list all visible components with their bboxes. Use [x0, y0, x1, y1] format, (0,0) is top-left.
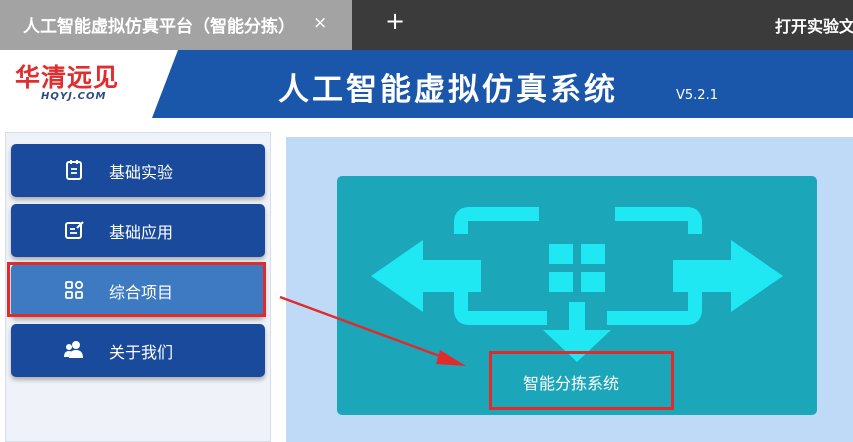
sidebar-item-label: 综合项目: [109, 283, 174, 302]
sidebar-item-basic-experiment[interactable]: 基础实验: [11, 144, 265, 197]
sidebar-item-label: 关于我们: [109, 343, 174, 362]
sidebar-item-about-us[interactable]: 关于我们: [11, 324, 265, 377]
active-tab[interactable]: 人工智能虚拟仿真平台（智能分拣） ×: [0, 0, 352, 50]
users-icon: [64, 341, 83, 358]
logo: 华清远见 HQYJ.COM: [0, 50, 178, 118]
edit-note-icon: [65, 221, 84, 239]
logo-domain: HQYJ.COM: [41, 91, 107, 102]
app-version: V5.2.1: [676, 88, 718, 103]
app-header: 华清远见 HQYJ.COM 人工智能虚拟仿真系统 V5.2.1: [0, 50, 853, 118]
new-tab-icon[interactable]: +: [385, 9, 405, 33]
card-label: 智能分拣系统: [523, 374, 620, 393]
apps-grid-icon: [65, 280, 84, 299]
sidebar-item-label: 基础应用: [109, 223, 174, 242]
sorting-arrows-icon: [371, 207, 783, 362]
tab-title: 人工智能虚拟仿真平台（智能分拣）: [23, 17, 295, 37]
logo-text: 华清远见: [15, 63, 120, 92]
close-icon[interactable]: ×: [313, 13, 327, 33]
open-experiment-button[interactable]: 打开实验文: [775, 13, 853, 37]
app-title: 人工智能虚拟仿真系统: [278, 72, 618, 108]
sidebar-item-label: 基础实验: [109, 163, 174, 182]
sidebar-item-basic-application[interactable]: 基础应用: [11, 204, 265, 257]
notebook-icon: [66, 160, 82, 180]
browser-tab-bar: 人工智能虚拟仿真平台（智能分拣） × + 打开实验文: [0, 0, 853, 50]
sidebar-item-integrated-project[interactable]: 综合项目: [11, 264, 265, 317]
